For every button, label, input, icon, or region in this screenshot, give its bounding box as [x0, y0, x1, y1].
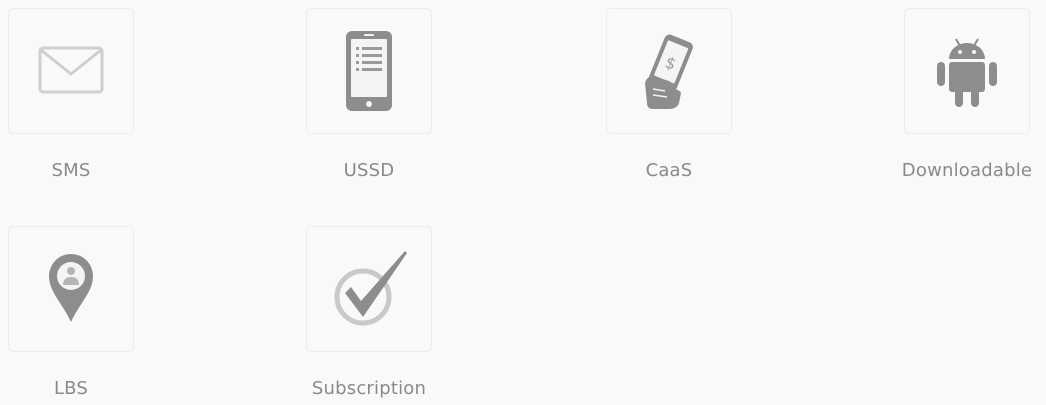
tile-ussd-box[interactable] [306, 8, 432, 134]
tile-sms-box[interactable] [8, 8, 134, 134]
checkmark-icon [334, 251, 407, 326]
tile-downloadable-label: Downloadable [901, 160, 1033, 181]
tile-ussd-label: USSD [343, 160, 395, 181]
tile-downloadable-box[interactable] [904, 8, 1030, 134]
envelope-icon [38, 46, 104, 94]
tile-caas-box[interactable]: $ [606, 8, 732, 134]
tile-subscription-label: Subscription [311, 378, 427, 399]
location-pin-icon [49, 254, 93, 322]
tile-subscription-box[interactable] [306, 226, 432, 352]
hand-holding-phone-dollar-icon: $ [645, 34, 693, 109]
tile-caas-label: CaaS [645, 160, 693, 181]
mobile-phone-icon [346, 31, 392, 111]
android-icon [937, 38, 997, 107]
tile-sms-label: SMS [51, 160, 91, 181]
tile-lbs-label: LBS [53, 378, 89, 399]
tile-lbs-box[interactable] [8, 226, 134, 352]
